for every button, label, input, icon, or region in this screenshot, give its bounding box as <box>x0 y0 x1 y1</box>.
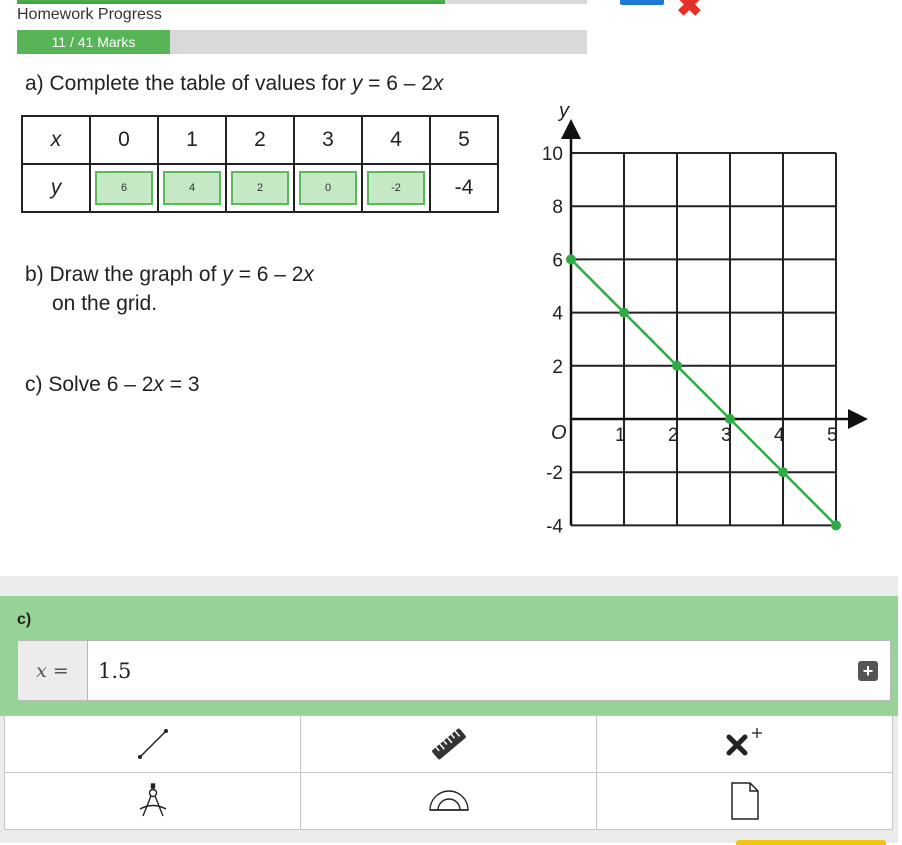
y-tick-label: 10 <box>542 144 563 165</box>
line-tool-icon <box>137 729 168 759</box>
table-cell-x: 5 <box>429 115 499 165</box>
answer-input[interactable]: 1.5 <box>88 641 858 700</box>
answer-prefix: x = <box>18 641 88 700</box>
table-cell-y: -2 <box>361 163 431 213</box>
x-tick-label: 3 <box>721 425 732 446</box>
table-cell-y: 0 <box>293 163 363 213</box>
protractor-tool-button[interactable] <box>301 773 597 830</box>
table-cell-x: 3 <box>293 115 363 165</box>
answer-part-label: c) <box>17 611 32 628</box>
plotted-point <box>619 307 629 318</box>
cross-marker-icon <box>726 728 762 756</box>
table-header-x: x <box>21 115 91 165</box>
x-tick-label: 2 <box>668 425 679 446</box>
question-part-b-line2: on the grid. <box>52 292 158 315</box>
plotted-point <box>831 520 841 531</box>
y-tick-label: 6 <box>552 250 563 271</box>
y-tick-label: 8 <box>552 197 563 218</box>
question-part-a: a) Complete the table of values for y = … <box>25 72 444 95</box>
x-tick-label: 5 <box>827 425 838 446</box>
y-answer-input[interactable]: 2 <box>231 171 289 205</box>
ruler-tool-button[interactable] <box>301 716 597 773</box>
answer-value: 1.5 <box>98 658 132 683</box>
blank-page-tool-button[interactable] <box>597 773 893 830</box>
table-cell-y-given: -4 <box>429 163 499 213</box>
table-header-y: y <box>21 163 91 213</box>
x-tick-label: 1 <box>615 425 626 446</box>
plus-icon[interactable]: + <box>858 660 878 681</box>
y-axis-label: y <box>557 100 570 122</box>
table-of-values: x 0 1 2 3 4 5 y 6 4 2 0 -2 -4 <box>21 115 499 213</box>
y-answer-input[interactable]: 6 <box>95 171 153 205</box>
plotted-point <box>672 360 682 371</box>
y-tick-label: -4 <box>546 516 563 537</box>
coordinate-grid[interactable]: yxO12345108642-2-4 <box>530 95 870 545</box>
axes <box>561 119 868 526</box>
plotted-point <box>566 254 576 265</box>
plotted-point <box>725 414 735 424</box>
y-tick-label: -2 <box>546 463 563 484</box>
table-cell-x: 4 <box>361 115 431 165</box>
marks-progress-fill: 11 / 41 Marks <box>17 30 170 54</box>
x-axis-arrow <box>848 409 868 429</box>
y-answer-input[interactable]: 4 <box>163 171 221 205</box>
close-icon[interactable]: ✖ <box>676 0 703 24</box>
table-row-x: x 0 1 2 3 4 5 <box>21 115 499 165</box>
line-tool-button[interactable] <box>5 716 301 773</box>
graph-line <box>570 258 837 527</box>
y-answer-input[interactable]: 0 <box>299 171 357 205</box>
top-blue-button[interactable] <box>620 0 664 5</box>
table-row-y: y 6 4 2 0 -2 -4 <box>21 163 499 213</box>
table-cell-x: 1 <box>157 115 227 165</box>
grid-lines <box>570 152 837 527</box>
question-part-c: c) Solve 6 – 2x = 3 <box>25 373 200 396</box>
plotted-line[interactable] <box>566 254 841 531</box>
homework-progress-label: Homework Progress <box>17 6 162 23</box>
question-part-b: b) Draw the graph of y = 6 – 2x <box>25 263 314 286</box>
table-cell-y: 2 <box>225 163 295 213</box>
blank-page-icon <box>730 782 759 820</box>
y-answer-input[interactable]: -2 <box>367 171 425 205</box>
table-cell-x: 2 <box>225 115 295 165</box>
y-tick-label: 4 <box>552 304 563 325</box>
ruler-icon <box>431 728 466 760</box>
table-cell-x: 0 <box>89 115 159 165</box>
plotted-point <box>778 467 788 478</box>
table-cell-y: 4 <box>157 163 227 213</box>
y-tick-label: 2 <box>552 357 563 378</box>
table-cell-y: 6 <box>89 163 159 213</box>
origin-label: O <box>551 422 567 444</box>
answer-row: x = 1.5 + <box>17 640 891 701</box>
compass-icon <box>139 783 166 817</box>
x-tick-label: 4 <box>774 425 785 446</box>
protractor-icon <box>428 790 469 811</box>
homework-top-progress-bar <box>17 0 587 4</box>
compass-tool-button[interactable] <box>5 773 301 830</box>
homework-top-progress-fill <box>17 0 445 4</box>
y-axis-arrow <box>561 119 581 139</box>
cross-marker-tool-button[interactable] <box>597 716 893 773</box>
drawing-tools <box>4 715 893 830</box>
marks-progress-bar: 11 / 41 Marks <box>17 30 587 54</box>
